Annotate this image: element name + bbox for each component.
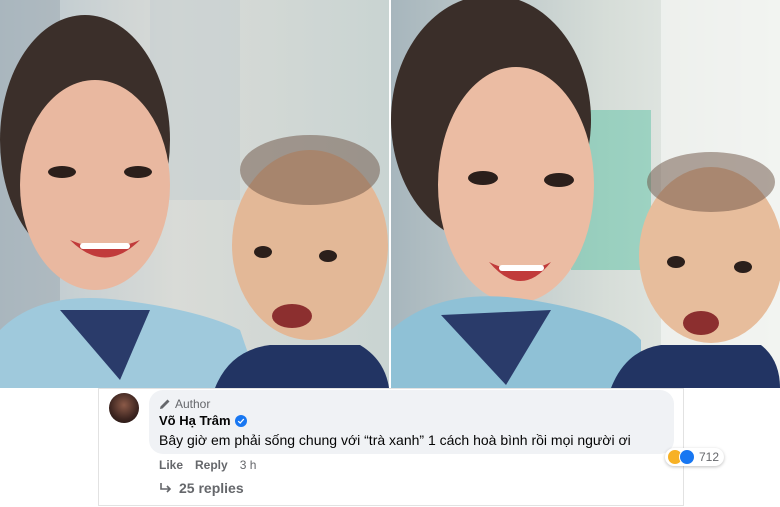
author-badge: Author: [159, 397, 210, 411]
author-badge-label: Author: [175, 397, 211, 411]
like-icon: [679, 449, 695, 465]
comment-bubble: Author Võ Hạ Trâm Bây giờ em phải sống c…: [149, 390, 725, 466]
reaction-summary[interactable]: 712: [665, 448, 725, 466]
commenter-name-row: Võ Hạ Trâm: [159, 413, 247, 428]
mother-baby-selfie-left: [0, 0, 389, 388]
replies-count: 25 replies: [179, 480, 244, 496]
view-replies-link[interactable]: 25 replies: [159, 480, 244, 496]
pencil-icon: [160, 399, 170, 409]
comment-timestamp[interactable]: 3 h: [240, 458, 257, 472]
comment-card: Author Võ Hạ Trâm Bây giờ em phải sống c…: [98, 388, 725, 506]
reply-arrow-icon: [160, 483, 172, 493]
commenter-name[interactable]: Võ Hạ Trâm: [159, 413, 231, 428]
comment-actions: Like Reply 3 h: [159, 458, 256, 472]
photo-left: [0, 0, 389, 388]
like-button[interactable]: Like: [159, 458, 183, 472]
reply-button[interactable]: Reply: [195, 458, 228, 472]
reaction-count: 712: [699, 450, 720, 464]
mother-baby-selfie-right: [391, 0, 780, 388]
verified-badge-icon: [234, 414, 247, 427]
avatar[interactable]: [109, 393, 139, 423]
photo-right: [391, 0, 780, 388]
comment-text: Bây giờ em phải sống chung với “trà xanh…: [159, 432, 631, 448]
